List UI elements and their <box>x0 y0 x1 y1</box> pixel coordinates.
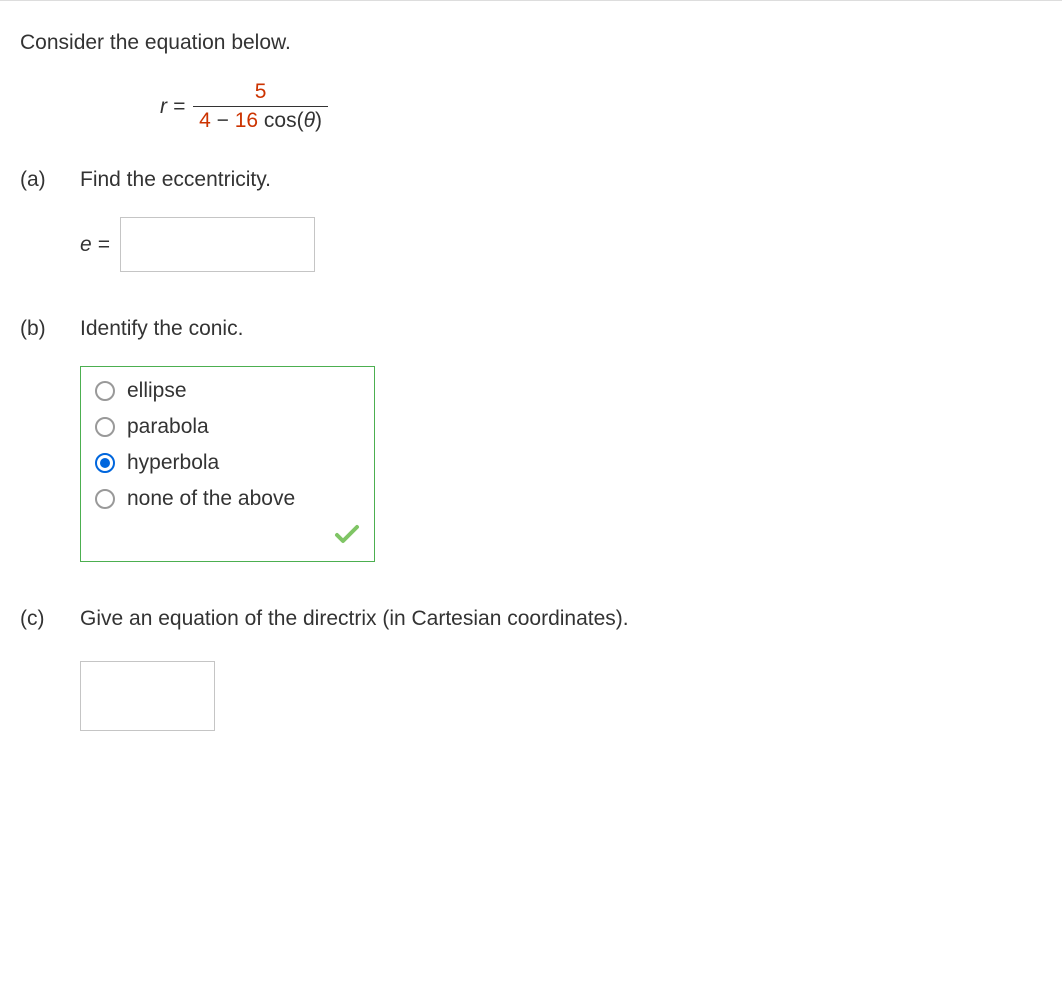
part-a: (a) Find the eccentricity. e = <box>20 168 1042 272</box>
radio-row-parabola[interactable]: parabola <box>95 415 360 439</box>
radio-label-parabola[interactable]: parabola <box>127 415 209 439</box>
radio-row-ellipse[interactable]: ellipse <box>95 379 360 403</box>
part-a-answer-line: e = <box>80 217 1042 272</box>
check-icon <box>334 523 360 545</box>
part-c-label: (c) <box>20 607 80 731</box>
part-a-content: Find the eccentricity. e = <box>80 168 1042 272</box>
part-a-label: (a) <box>20 168 80 272</box>
radio-row-hyperbola[interactable]: hyperbola <box>95 451 360 475</box>
equation-fraction: 5 4 − 16 cos(θ) <box>193 80 328 133</box>
radio-dot <box>100 458 110 468</box>
equation: r = 5 4 − 16 cos(θ) <box>160 80 1042 133</box>
intro-text: Consider the equation below. <box>20 31 1042 55</box>
directrix-input[interactable] <box>80 661 215 731</box>
eccentricity-input[interactable] <box>120 217 315 272</box>
equation-denominator: 4 − 16 cos(θ) <box>193 106 328 133</box>
part-b-label: (b) <box>20 317 80 562</box>
radio-row-none[interactable]: none of the above <box>95 487 360 511</box>
part-c-content: Give an equation of the directrix (in Ca… <box>80 607 1042 731</box>
radio-label-ellipse[interactable]: ellipse <box>127 379 187 403</box>
equation-lhs: r = <box>160 95 185 119</box>
part-b-content: Identify the conic. ellipse parabola hyp… <box>80 317 1042 562</box>
equation-numerator: 5 <box>249 80 273 106</box>
eccentricity-label: e = <box>80 233 110 257</box>
part-b-prompt: Identify the conic. <box>80 317 1042 341</box>
radio-hyperbola[interactable] <box>95 453 115 473</box>
radio-none[interactable] <box>95 489 115 509</box>
part-c-prompt: Give an equation of the directrix (in Ca… <box>80 607 1042 631</box>
radio-ellipse[interactable] <box>95 381 115 401</box>
part-b: (b) Identify the conic. ellipse parabola… <box>20 317 1042 562</box>
radio-label-none[interactable]: none of the above <box>127 487 295 511</box>
correct-check-container <box>95 523 360 551</box>
conic-radio-group: ellipse parabola hyperbola none of the a… <box>80 366 375 562</box>
radio-parabola[interactable] <box>95 417 115 437</box>
part-c: (c) Give an equation of the directrix (i… <box>20 607 1042 731</box>
radio-label-hyperbola[interactable]: hyperbola <box>127 451 219 475</box>
part-a-prompt: Find the eccentricity. <box>80 168 1042 192</box>
